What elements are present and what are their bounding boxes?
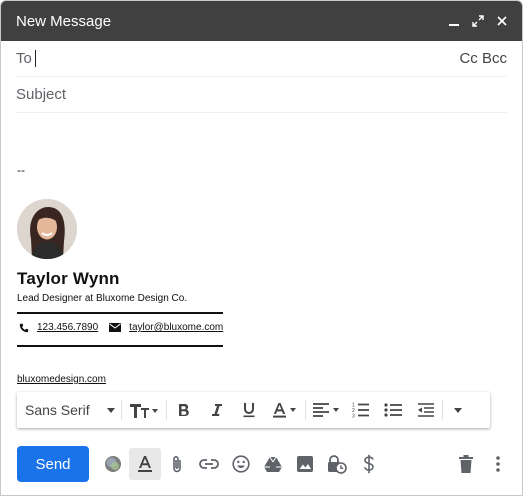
photo-icon[interactable] [289,448,321,480]
cc-bcc-links: Cc Bcc [459,50,507,67]
confidential-mode-icon[interactable] [321,448,353,480]
font-family-value: Sans Serif [25,402,90,418]
bcc-link[interactable]: Bcc [482,50,507,67]
compose-window: New Message To Cc Bcc -- [0,0,523,496]
signature-role: Lead Designer at Bluxome Design Co. [17,293,188,304]
subject-input[interactable] [16,86,507,103]
compose-titlebar[interactable]: New Message [1,1,522,41]
to-field[interactable]: To Cc Bcc [16,41,507,77]
align-icon[interactable] [306,392,346,428]
cc-link[interactable]: Cc [459,50,477,67]
signature-divider [17,312,223,314]
bottom-toolbar: Send [1,441,522,487]
compose-secondary-actions [450,448,514,480]
font-family-select[interactable]: Sans Serif [17,402,121,418]
text-size-icon[interactable] [122,392,166,428]
close-icon[interactable] [490,9,514,33]
envelope-icon [109,323,122,332]
email-link[interactable]: taylor@bluxome.com [129,322,223,333]
bold-icon[interactable] [167,392,201,428]
bulleted-list-icon[interactable] [376,392,410,428]
emoji-icon[interactable] [225,448,257,480]
italic-icon[interactable] [201,392,233,428]
indent-less-icon[interactable] [410,392,442,428]
compose-actions [97,448,385,480]
phone-icon [19,323,29,333]
window-controls [442,9,514,33]
fullscreen-icon[interactable] [466,9,490,33]
website-link[interactable]: bluxomedesign.com [17,374,106,385]
money-icon[interactable] [353,448,385,480]
svg-text:3: 3 [352,414,355,419]
chevron-down-icon [107,407,115,413]
subject-row [16,77,507,113]
drive-icon[interactable] [257,448,289,480]
formatting-options-icon[interactable] [97,448,129,480]
minimize-icon[interactable] [442,9,466,33]
underline-icon[interactable] [233,392,265,428]
text-cursor [34,50,36,67]
more-formatting-icon[interactable] [443,392,473,428]
avatar [17,199,77,259]
signature-contact: 123.456.7890 taylor@bluxome.com [19,322,223,333]
phone-link[interactable]: 123.456.7890 [37,322,98,333]
signature-divider-bottom [17,345,223,347]
text-formatting-icon[interactable] [129,448,161,480]
attach-icon[interactable] [161,448,193,480]
text-color-icon[interactable] [265,392,305,428]
discard-icon[interactable] [450,448,482,480]
link-icon[interactable] [193,448,225,480]
signature-separator: -- [17,163,25,177]
window-title: New Message [16,12,112,30]
numbered-list-icon[interactable]: 123 [346,392,376,428]
formatting-toolbar: Sans Serif 123 [17,392,490,428]
to-label: To [16,50,32,67]
more-options-icon[interactable] [482,448,514,480]
signature-name: Taylor Wynn [17,269,120,288]
send-button[interactable]: Send [17,446,89,482]
